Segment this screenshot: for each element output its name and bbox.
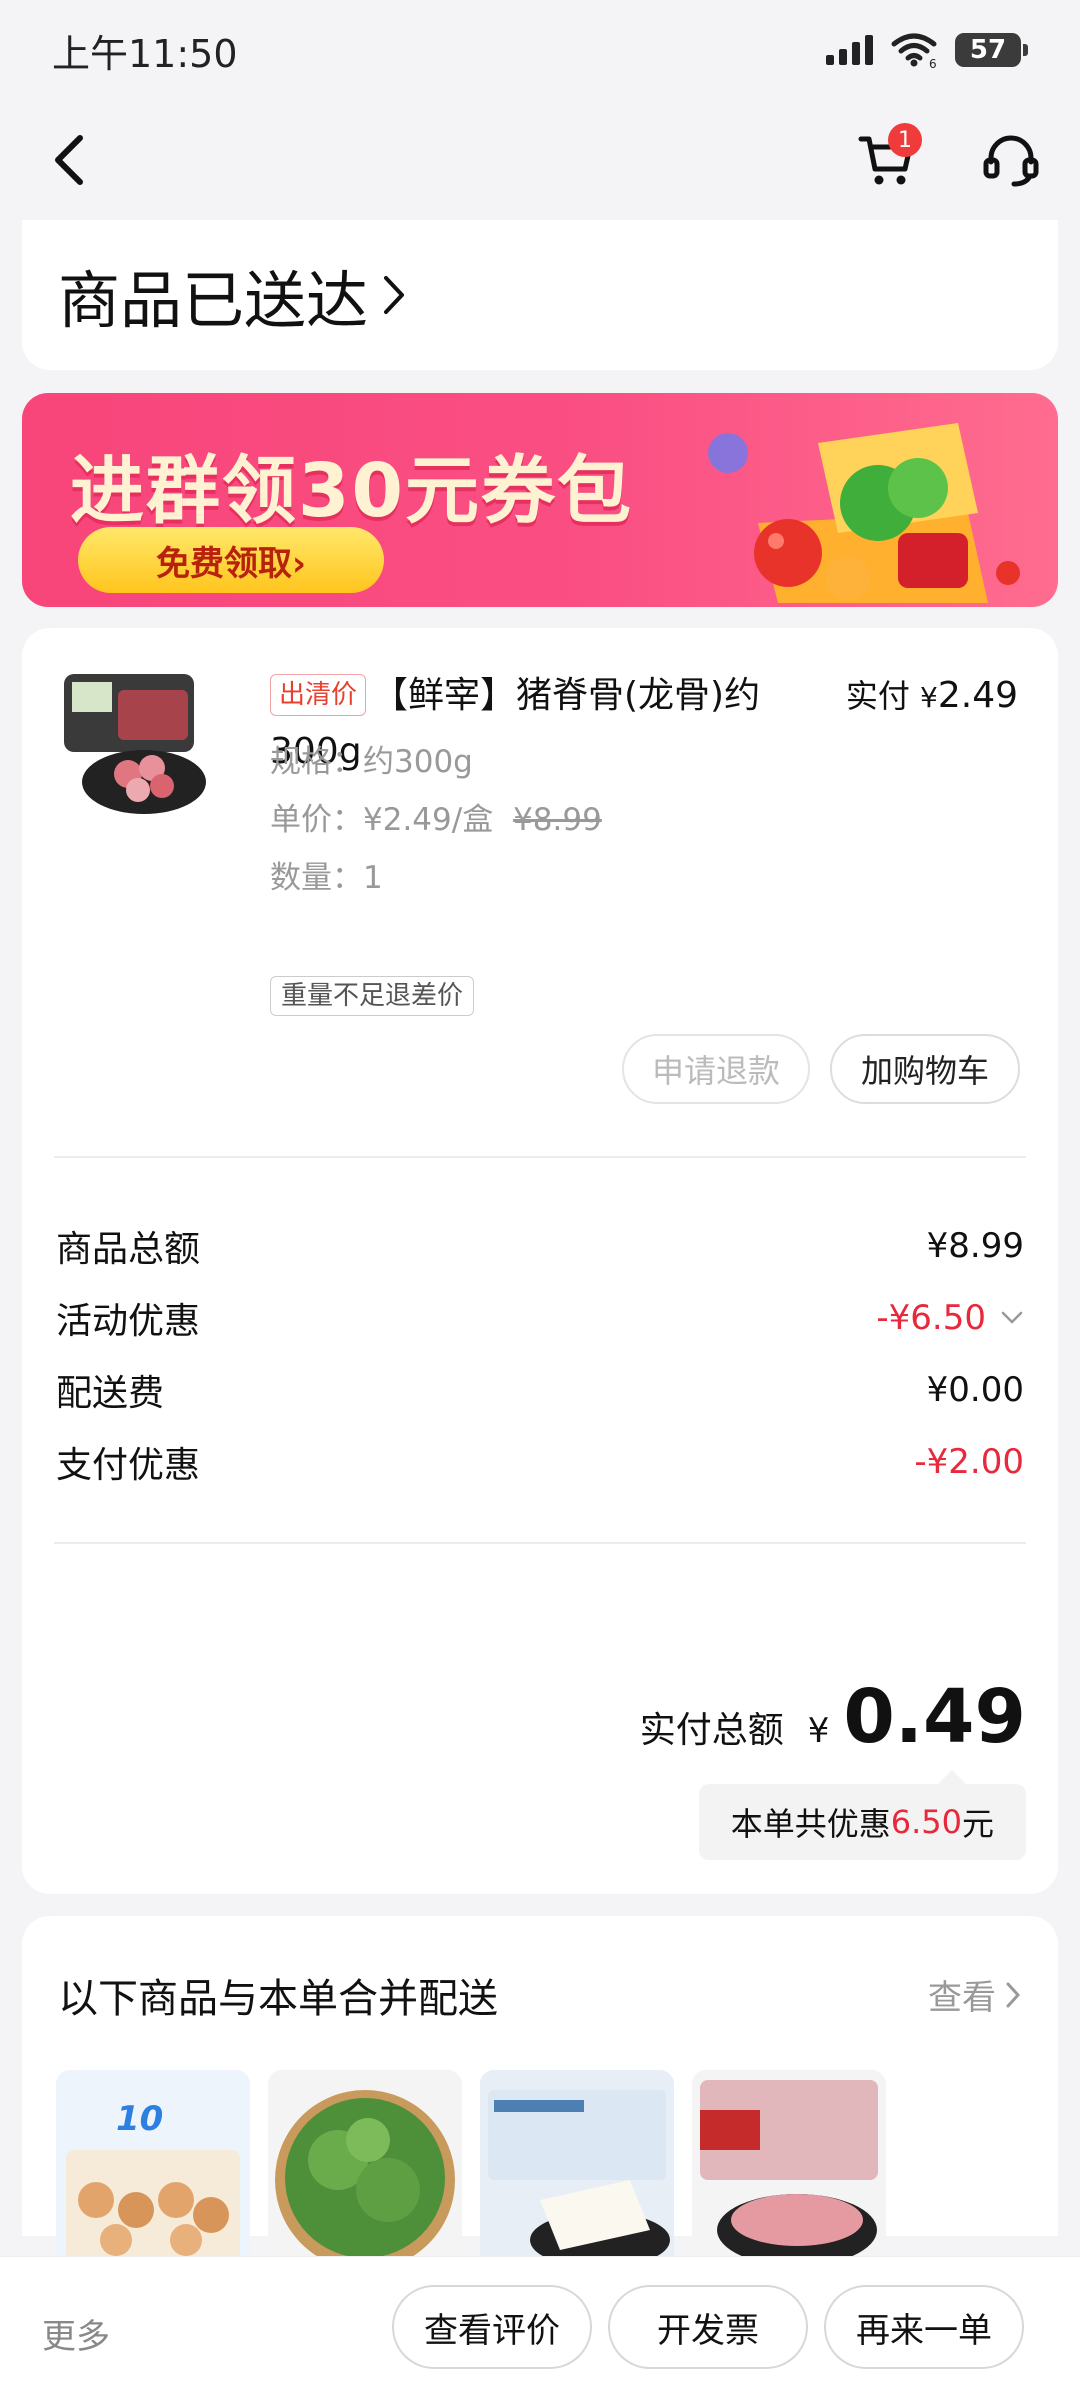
product-unit-price: 单价：¥2.49/盒 ¥8.99 xyxy=(270,794,602,839)
wifi-icon: 6 xyxy=(891,33,937,68)
total-amount: 0.49 xyxy=(843,1674,1026,1760)
total-row: 实付总额 ¥ 0.49 xyxy=(640,1674,1026,1760)
fee-label: 配送费 xyxy=(56,1373,165,1414)
product-paid-amount: 2.49 xyxy=(937,675,1018,716)
fee-value: -¥2.00 xyxy=(914,1442,1024,1482)
merged-product-kale[interactable] xyxy=(268,2070,462,2270)
order-status-card: 商品已送达 xyxy=(22,220,1058,370)
cart-badge: 1 xyxy=(888,123,922,157)
merged-product-list: 10 xyxy=(56,2070,886,2270)
cart-button[interactable]: 1 xyxy=(852,123,922,195)
svg-text:10: 10 xyxy=(116,2099,163,2139)
chevron-right-icon xyxy=(1006,1982,1021,2007)
status-time: 上午11:50 xyxy=(52,31,238,76)
merged-delivery-card: 以下商品与本单合并配送 查看 10 xyxy=(22,1916,1058,2270)
bottom-action-bar: 更多 查看评价 开发票 再来一单 xyxy=(0,2256,1080,2400)
invoice-button[interactable]: 开发票 xyxy=(608,2285,808,2369)
weight-refund-tag: 重量不足退差价 xyxy=(270,976,475,1016)
unit-price-text: 单价：¥2.49/盒 xyxy=(270,802,494,838)
saving-amount: 6.50 xyxy=(890,1803,962,1841)
clearance-tag: 出清价 xyxy=(270,674,367,716)
product-paid-currency: ¥ xyxy=(920,681,938,714)
fee-label: 商品总额 xyxy=(56,1229,201,1270)
coupon-banner[interactable]: 进群领30元券包 免费领取› xyxy=(22,393,1058,607)
fee-label: 活动优惠 xyxy=(56,1301,201,1342)
back-icon[interactable] xyxy=(50,132,90,188)
view-merged-link[interactable]: 查看 xyxy=(928,1970,1022,2019)
battery-level: 57 xyxy=(955,33,1021,67)
more-link[interactable]: 更多 xyxy=(42,2309,110,2358)
fee-value-wrap: -¥6.50 xyxy=(876,1298,1024,1338)
fee-row-payment-discount: 支付优惠 -¥2.00 xyxy=(56,1436,1024,1488)
refund-button[interactable]: 申请退款 xyxy=(622,1034,810,1104)
total-label: 实付总额 xyxy=(639,1710,784,1751)
view-label: 查看 xyxy=(928,1978,996,2018)
banner-title: 进群领30元券包 xyxy=(70,448,633,534)
saving-suffix: 元 xyxy=(961,1805,994,1843)
product-quantity: 数量：1 xyxy=(270,860,383,896)
svg-text:6: 6 xyxy=(929,57,937,68)
delivery-status-title: 商品已送达 xyxy=(58,264,369,337)
nav-bar: 1 xyxy=(0,100,1080,220)
fee-value: -¥6.50 xyxy=(876,1298,986,1338)
saving-summary: 本单共优惠 6.50 元 xyxy=(698,1770,1026,1860)
fee-value: ¥0.00 xyxy=(926,1370,1024,1410)
merged-product-tofu[interactable] xyxy=(480,2070,674,2270)
product-paid-label: 实付 xyxy=(845,677,910,715)
add-to-cart-button[interactable]: 加购物车 xyxy=(830,1034,1020,1104)
signal-icon xyxy=(826,35,873,65)
merged-delivery-title: 以下商品与本单合并配送 xyxy=(58,1976,498,2022)
divider xyxy=(54,1542,1026,1544)
reorder-button[interactable]: 再来一单 xyxy=(824,2285,1024,2369)
chevron-right-icon xyxy=(384,276,405,314)
merged-product-eggs[interactable]: 10 xyxy=(56,2070,250,2270)
status-bar: 上午11:50 6 57 xyxy=(0,0,1080,100)
status-icons: 6 57 xyxy=(826,32,1028,68)
fee-value: ¥8.99 xyxy=(926,1226,1024,1266)
saving-prefix: 本单共优惠 xyxy=(730,1805,891,1843)
headset-icon[interactable] xyxy=(982,132,1040,188)
order-detail-card: 出清价 【鲜宰】猪脊骨(龙骨)约300g 实付 ¥2.49 规格：约300g 单价… xyxy=(22,628,1058,1894)
merged-product-pork[interactable] xyxy=(692,2070,886,2270)
divider xyxy=(54,1156,1026,1158)
fee-label: 支付优惠 xyxy=(56,1445,201,1486)
product-paid: 实付 ¥2.49 xyxy=(846,668,1018,726)
original-price: ¥8.99 xyxy=(513,802,602,838)
fee-row-delivery: 配送费 ¥0.00 xyxy=(56,1364,1024,1416)
total-currency: ¥ xyxy=(807,1711,830,1751)
fee-row-promotion[interactable]: 活动优惠 -¥6.50 xyxy=(56,1292,1024,1344)
fee-row-goods-total: 商品总额 ¥8.99 xyxy=(56,1220,1024,1272)
product-image[interactable] xyxy=(58,670,208,820)
view-review-button[interactable]: 查看评价 xyxy=(392,2285,592,2369)
gift-box-illustration xyxy=(708,423,1020,603)
delivery-status[interactable]: 商品已送达 xyxy=(58,250,408,340)
banner-claim-button[interactable]: 免费领取› xyxy=(78,527,384,593)
product-spec: 规格：约300g xyxy=(270,744,473,780)
chevron-down-icon xyxy=(1001,1311,1023,1324)
battery-icon: 57 xyxy=(955,33,1028,67)
